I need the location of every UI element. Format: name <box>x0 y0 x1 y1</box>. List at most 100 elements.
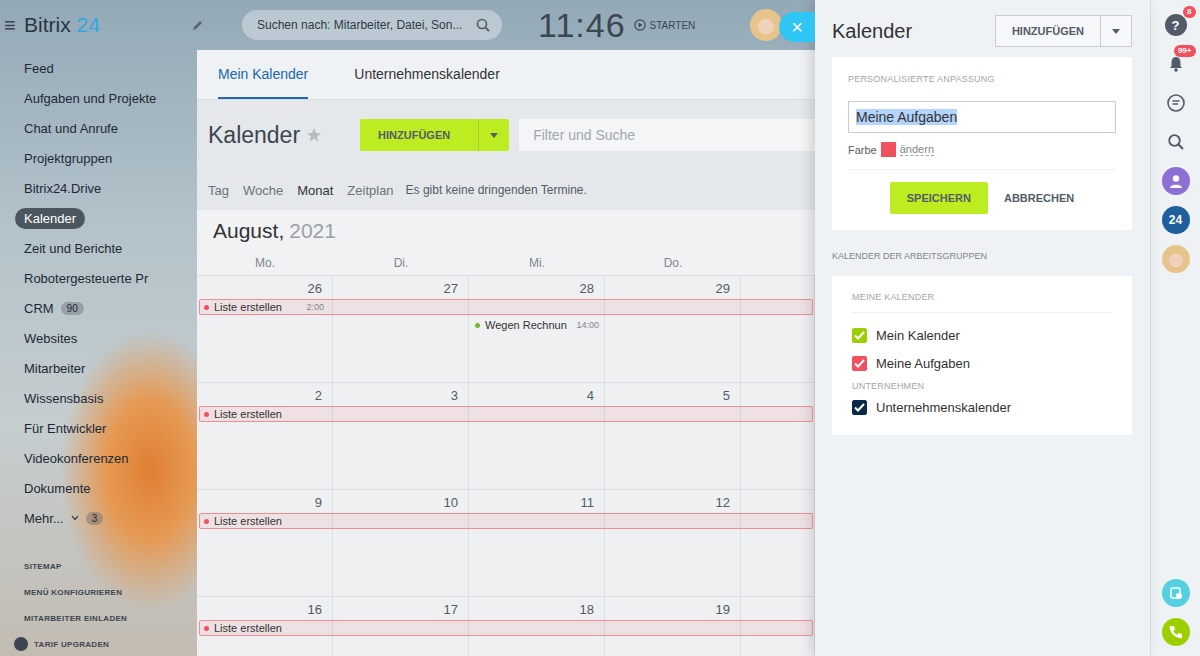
weekday: Di. <box>333 252 469 275</box>
event-dot-icon <box>475 323 480 328</box>
toolbar-button[interactable] <box>1160 126 1192 158</box>
calendar-event[interactable]: Liste erstellen <box>199 620 813 636</box>
sidebar-item[interactable]: Websites <box>0 323 197 353</box>
calendar-name-input[interactable]: Meine Aufgaben <box>848 101 1116 133</box>
day-cell[interactable]: 5 <box>605 382 741 489</box>
sidebar-link[interactable]: MITARBEITER EINLADEN <box>0 605 197 631</box>
save-button[interactable]: SPEICHERN <box>890 182 988 214</box>
event-title: Liste erstellen <box>214 515 324 527</box>
search-placeholder: Suchen nach: Mitarbeiter, Datei, Son... <box>257 18 462 32</box>
add-button[interactable]: HINZUFÜGEN <box>360 119 509 151</box>
calendar-item[interactable]: Meine Aufgaben <box>852 349 1112 377</box>
toolbar-button[interactable] <box>1160 165 1192 197</box>
pencil-icon[interactable] <box>192 19 204 31</box>
day-number: 10 <box>444 495 458 510</box>
bell-icon <box>1167 55 1185 73</box>
calendar-item[interactable]: Unternehmenskalender <box>852 393 1112 421</box>
sidebar-item[interactable]: Mehr...3 <box>0 503 197 533</box>
panel-add-button[interactable]: HINZUFÜGEN <box>995 15 1132 47</box>
color-swatch-icon[interactable] <box>881 142 896 157</box>
calendar-event[interactable]: Wegen Rechnun14:00 <box>471 319 603 331</box>
day-cell[interactable] <box>741 489 815 596</box>
calendar-item[interactable]: Mein Kalender <box>852 321 1112 349</box>
sidebar-link[interactable]: MENÜ KONFIGURIEREN <box>0 579 197 605</box>
view-option[interactable]: Woche <box>243 183 283 198</box>
day-cell[interactable]: 11 <box>469 489 605 596</box>
sidebar-item[interactable]: Dokumente <box>0 473 197 503</box>
day-cell[interactable]: 26 <box>197 275 333 382</box>
calendar-week: 9 10 11 12 Liste erstellen <box>197 489 815 596</box>
checkbox-icon[interactable] <box>852 400 867 415</box>
cancel-button[interactable]: ABBRECHEN <box>1004 192 1074 204</box>
panel-add-label: HINZUFÜGEN <box>996 25 1100 37</box>
day-cell[interactable] <box>741 382 815 489</box>
sidebar-item[interactable]: Feed <box>0 53 197 83</box>
sidebar-item[interactable]: CRM90 <box>0 293 197 323</box>
color-label: Farbe <box>848 144 877 156</box>
toolbar-button[interactable]: 24 <box>1160 204 1192 236</box>
sidebar-item[interactable]: Projektgruppen <box>0 143 197 173</box>
notification-badge: 8 <box>1183 6 1195 18</box>
panel-title: Kalender <box>832 20 912 43</box>
calendar-tab[interactable]: Unternehmenskalender <box>354 50 500 99</box>
toolbar-button[interactable]: ?8 <box>1160 9 1192 41</box>
sidebar-item[interactable]: Robotergesteuerte Pr <box>0 263 197 293</box>
right-toolbar: ?8 99+ 24 <box>1150 0 1200 656</box>
sidebar-item-label: Websites <box>24 331 77 346</box>
day-cell[interactable]: 10 <box>333 489 469 596</box>
day-cell[interactable]: 9 <box>197 489 333 596</box>
calendar-event[interactable]: Liste erstellen <box>199 513 813 529</box>
sidebar-item[interactable]: Zeit und Berichte <box>0 233 197 263</box>
calendar-event[interactable]: Liste erstellen2:00 <box>199 299 813 315</box>
day-cell[interactable]: 3 <box>333 382 469 489</box>
day-cell[interactable]: 29 <box>605 275 741 382</box>
logo[interactable]: Bitrix 24 <box>24 13 100 37</box>
view-option[interactable]: Zeitplan <box>347 183 393 198</box>
phone-icon <box>1162 618 1190 646</box>
calendar-item-label: Mein Kalender <box>876 328 960 343</box>
toolbar-button[interactable] <box>1160 243 1192 275</box>
close-button[interactable]: × <box>779 12 815 42</box>
sidebar-link[interactable]: SITEMAP <box>0 553 197 579</box>
user-avatar-icon[interactable] <box>750 9 782 41</box>
checkbox-icon[interactable] <box>852 328 867 343</box>
day-cell[interactable] <box>741 275 815 382</box>
sidebar-item[interactable]: Chat und Anrufe <box>0 113 197 143</box>
day-number: 18 <box>580 602 594 617</box>
day-cell[interactable]: 12 <box>605 489 741 596</box>
star-icon[interactable] <box>306 127 322 143</box>
sidebar-item[interactable]: Wissensbasis <box>0 383 197 413</box>
calendar-week: 2345Liste erstellen <box>197 382 815 489</box>
sidebar-item[interactable]: Mitarbeiter <box>0 353 197 383</box>
menu-icon[interactable]: ≡ <box>4 14 18 37</box>
toolbar-button[interactable] <box>1160 87 1192 119</box>
change-color-link[interactable]: ändern <box>900 143 934 156</box>
filter-field[interactable]: Filter und Suche <box>519 119 815 151</box>
day-cell[interactable]: 2 <box>197 382 333 489</box>
sidebar-item[interactable]: Kalender <box>0 203 197 233</box>
sidebar-item[interactable]: Für Entwickler <box>0 413 197 443</box>
search-field[interactable]: Suchen nach: Mitarbeiter, Datei, Son... <box>242 10 502 40</box>
checkbox-icon[interactable] <box>852 356 867 371</box>
day-cell[interactable]: 27 <box>333 275 469 382</box>
sidebar-item-label: Chat und Anrufe <box>24 121 118 136</box>
calendar-event[interactable]: Liste erstellen <box>199 406 813 422</box>
toolbar-button[interactable] <box>1160 616 1192 648</box>
day-number: 12 <box>716 495 730 510</box>
calendar-tab[interactable]: Mein Kalender <box>218 50 308 99</box>
sidebar: FeedAufgaben und Projekte Chat und Anrufe… <box>0 50 197 656</box>
toolbar-button[interactable] <box>1160 577 1192 609</box>
sidebar-item[interactable]: Videokonferenzen <box>0 443 197 473</box>
panel-header: Kalender HINZUFÜGEN <box>815 0 1150 57</box>
toolbar-button[interactable]: 99+ <box>1160 48 1192 80</box>
upgrade-link[interactable]: TARIF UPGRADEN <box>0 631 197 656</box>
dropdown-arrow-icon <box>478 119 509 151</box>
calendar-group-heading: UNTERNEHMEN <box>852 381 1112 391</box>
sidebar-item[interactable]: Aufgaben und Projekte <box>0 83 197 113</box>
view-option[interactable]: Tag <box>208 183 229 198</box>
calendar-grid: 26272829Liste erstellen2:00Wegen Rechnun… <box>197 275 815 656</box>
sidebar-item[interactable]: Bitrix24.Drive <box>0 173 197 203</box>
start-button[interactable]: STARTEN <box>634 19 696 31</box>
view-option[interactable]: Monat <box>297 183 333 198</box>
day-cell[interactable]: 4 <box>469 382 605 489</box>
